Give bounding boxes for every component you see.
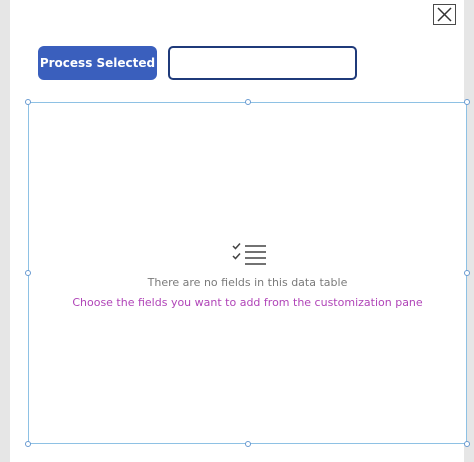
screen-panel: Process Selected There are no fields in … xyxy=(10,0,470,462)
resize-handle-top[interactable] xyxy=(245,99,251,105)
resize-handle-bottom-left[interactable] xyxy=(25,441,31,447)
resize-handle-bottom[interactable] xyxy=(245,441,251,447)
process-selected-button[interactable]: Process Selected xyxy=(38,46,157,80)
empty-state-hint: Choose the fields you want to add from t… xyxy=(72,296,423,309)
empty-state-title: There are no fields in this data table xyxy=(147,276,348,289)
text-input[interactable] xyxy=(168,46,357,80)
resize-handle-top-right[interactable] xyxy=(464,99,470,105)
resize-handle-top-left[interactable] xyxy=(25,99,31,105)
close-icon xyxy=(437,7,452,22)
close-button[interactable] xyxy=(433,4,456,25)
checklist-icon xyxy=(232,242,266,265)
data-table[interactable]: There are no fields in this data table C… xyxy=(25,99,470,447)
resize-handle-bottom-right[interactable] xyxy=(464,441,470,447)
